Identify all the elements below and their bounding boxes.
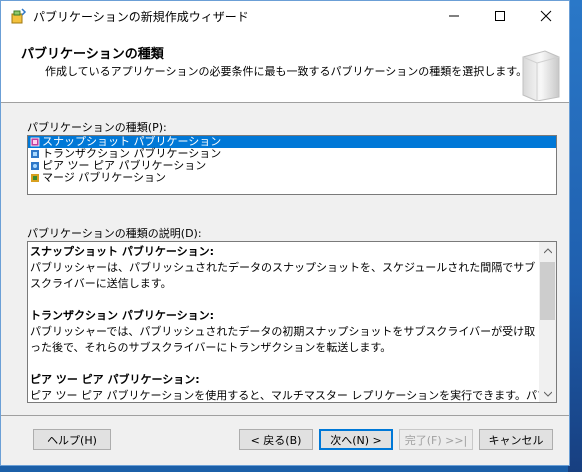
description-section-transactional: トランザクション パブリケーション: パブリッシャーでは、パブリッシュされたデー… bbox=[30, 308, 538, 356]
type-list-label: パブリケーションの種類(P): bbox=[27, 121, 167, 134]
description-scrollbar[interactable] bbox=[539, 242, 556, 402]
window-title: パブリケーションの新規作成ウィザード bbox=[33, 9, 249, 24]
close-button[interactable] bbox=[523, 1, 569, 31]
description-label: パブリケーションの種類の説明(D): bbox=[27, 227, 202, 240]
scroll-down-button[interactable] bbox=[539, 385, 556, 402]
close-icon bbox=[540, 10, 552, 22]
title-bar: パブリケーションの新規作成ウィザード bbox=[1, 1, 569, 31]
wizard-header: パブリケーションの種類 作成しているアプリケーションの必要条件に最も一致するパブ… bbox=[1, 31, 569, 103]
publication-description-box[interactable]: スナップショット パブリケーション: パブリッシャーは、パブリッシュされたデータ… bbox=[27, 241, 557, 403]
chevron-up-icon bbox=[543, 247, 552, 253]
scroll-thumb[interactable] bbox=[540, 262, 555, 320]
page-title: パブリケーションの種類 bbox=[21, 47, 164, 62]
list-item-label: マージ パブリケーション bbox=[42, 171, 167, 184]
transactional-publication-icon bbox=[30, 149, 40, 159]
description-heading: トランザクション パブリケーション: bbox=[30, 309, 215, 322]
maximize-button[interactable] bbox=[477, 1, 523, 31]
footer-divider bbox=[1, 415, 569, 416]
wizard-window: パブリケーションの新規作成ウィザード パブリケーションの種類 作成しているアプリ… bbox=[0, 0, 570, 466]
desktop-background bbox=[568, 0, 582, 472]
description-content: スナップショット パブリケーション: パブリッシャーは、パブリッシュされたデータ… bbox=[30, 244, 557, 402]
description-heading: スナップショット パブリケーション: bbox=[30, 245, 215, 258]
list-item-merge[interactable]: マージ パブリケーション bbox=[28, 172, 556, 184]
publication-type-list[interactable]: スナップショット パブリケーション トランザクション パブリケーション ピア ツ… bbox=[27, 135, 557, 195]
description-section-peer-to-peer: ピア ツー ピア パブリケーション: ピア ツー ピア パブリケーションを使用す… bbox=[30, 372, 557, 402]
maximize-icon bbox=[495, 11, 505, 21]
snapshot-publication-icon bbox=[30, 137, 40, 147]
help-button[interactable]: ヘルプ(H) bbox=[33, 429, 111, 450]
description-section-snapshot: スナップショット パブリケーション: パブリッシャーは、パブリッシュされたデータ… bbox=[30, 244, 538, 292]
finish-button[interactable]: 完了(F) >>| bbox=[399, 429, 473, 450]
back-button[interactable]: < 戻る(B) bbox=[239, 429, 313, 450]
cancel-button[interactable]: キャンセル bbox=[479, 429, 553, 450]
peer-to-peer-publication-icon bbox=[30, 161, 40, 171]
description-heading: ピア ツー ピア パブリケーション: bbox=[30, 373, 200, 386]
minimize-icon bbox=[449, 15, 459, 17]
chevron-down-icon bbox=[543, 391, 552, 397]
description-text: パブリッシャーでは、パブリッシュされたデータの初期スナップショットをサブスクライ… bbox=[30, 325, 536, 354]
window-controls bbox=[431, 1, 569, 31]
page-description: 作成しているアプリケーションの必要条件に最も一致するパブリケーションの種類を選択… bbox=[45, 65, 528, 78]
wizard-app-icon bbox=[9, 7, 27, 25]
description-text: パブリッシャーは、パブリッシュされたデータのスナップショットを、スケジュールされ… bbox=[30, 261, 536, 290]
scroll-up-button[interactable] bbox=[539, 242, 556, 259]
merge-publication-icon bbox=[30, 173, 40, 183]
next-button[interactable]: 次へ(N) > bbox=[319, 429, 393, 450]
description-text: ピア ツー ピア パブリケーションを使用すると、マルチマスター レプリケーション… bbox=[30, 389, 557, 402]
server-graphic-icon bbox=[515, 47, 561, 102]
minimize-button[interactable] bbox=[431, 1, 477, 31]
